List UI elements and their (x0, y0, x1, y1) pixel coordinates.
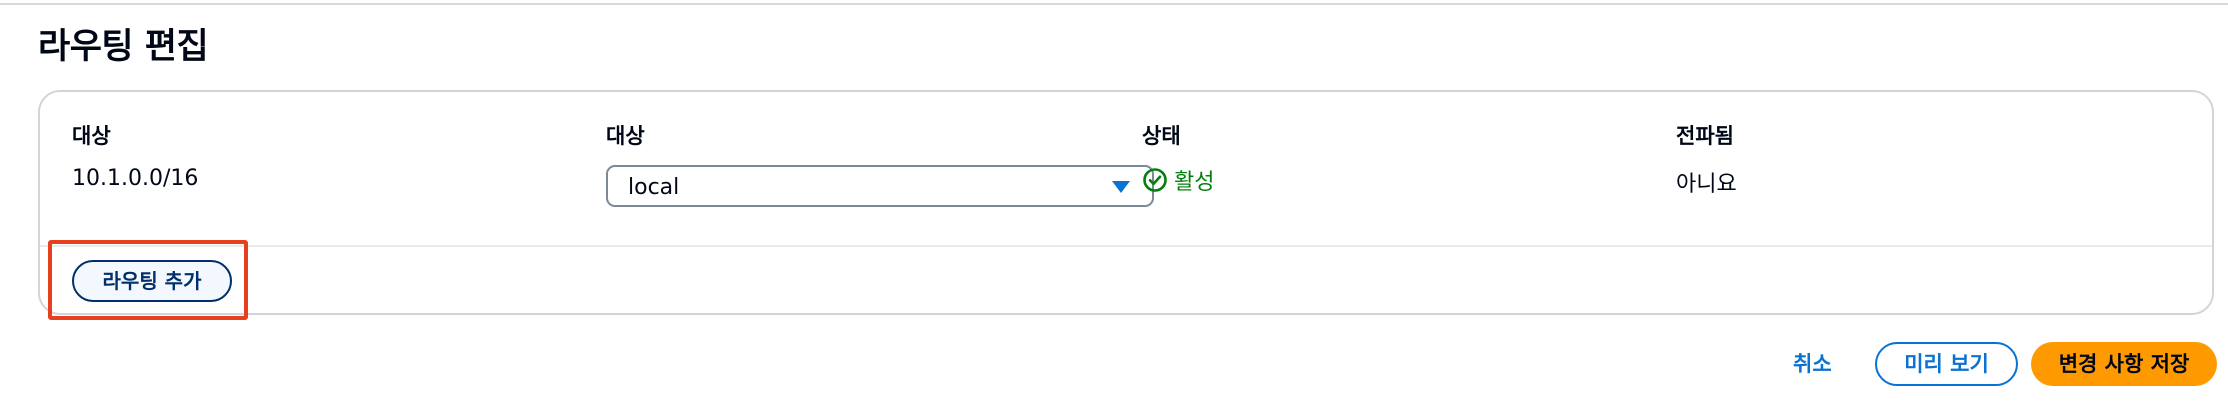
status-indicator: 활성 (1142, 164, 1214, 196)
column-header-destination: 대상 (72, 124, 111, 148)
destination-cell: 10.1.0.0/16 (72, 166, 199, 191)
column-header-propagated: 전파됨 (1676, 124, 1734, 148)
save-changes-button[interactable]: 변경 사항 저장 (2031, 342, 2217, 386)
page-title: 라우팅 편집 (38, 27, 209, 67)
target-select[interactable]: local (606, 165, 1154, 207)
preview-button[interactable]: 미리 보기 (1875, 342, 2018, 386)
row-divider (40, 245, 2212, 247)
status-text: 활성 (1174, 170, 1215, 195)
caret-down-icon (1112, 181, 1130, 193)
check-circle-icon (1143, 168, 1167, 192)
cancel-link[interactable]: 취소 (1793, 348, 1832, 378)
target-select-value: local (628, 175, 680, 200)
column-header-target: 대상 (606, 124, 645, 148)
column-header-status: 상태 (1142, 124, 1181, 148)
top-divider (0, 3, 2228, 5)
propagated-cell: 아니요 (1676, 172, 1737, 197)
routes-panel: 대상 대상 상태 전파됨 10.1.0.0/16 local 활성 아니요 라우… (38, 90, 2214, 320)
add-route-button[interactable]: 라우팅 추가 (72, 260, 232, 302)
